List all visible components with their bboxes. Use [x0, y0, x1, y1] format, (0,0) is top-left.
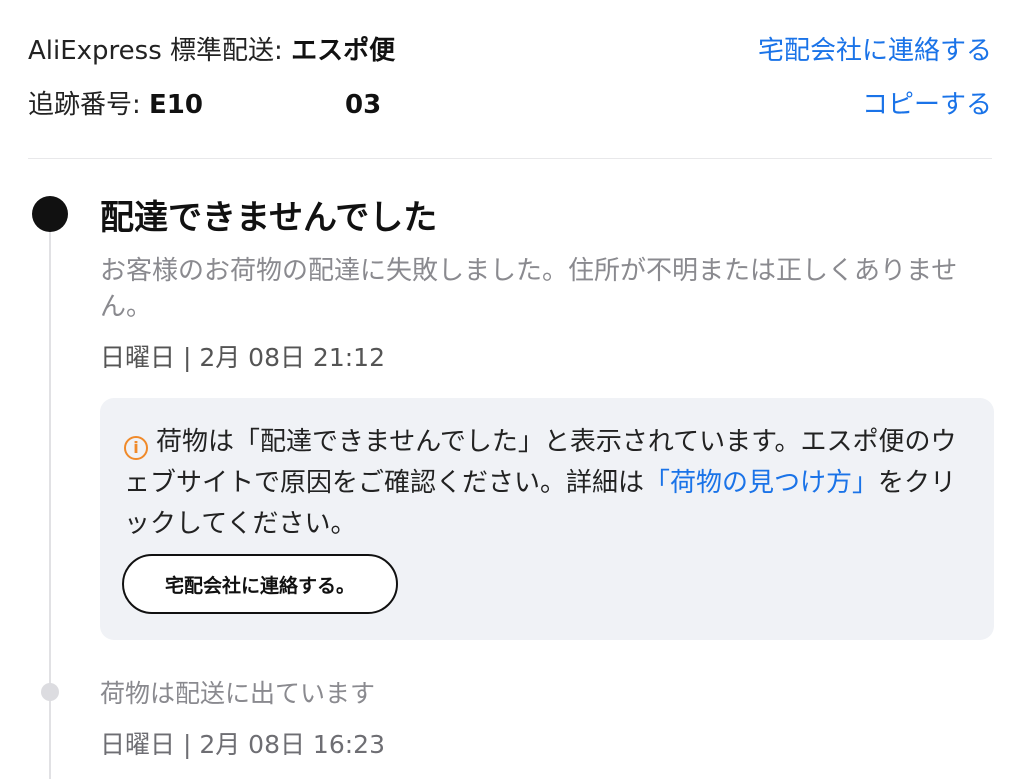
copy-tracking-link[interactable]: コピーする [862, 84, 992, 121]
shipping-label: AliExpress 標準配送: [28, 35, 292, 66]
tracking-number: 追跡番号: E10 03 [28, 84, 381, 121]
tracking-label: 追跡番号: [28, 89, 150, 120]
tracking-number-row: 追跡番号: E10 03 コピーする [28, 82, 992, 122]
info-icon: i [124, 436, 148, 460]
timeline-dot-active [32, 196, 68, 232]
tracking-suffix: 03 [344, 89, 382, 120]
tracking-prefix: E10 [149, 89, 203, 120]
carrier-name: エスポ便 [291, 35, 396, 66]
shipping-method-row: AliExpress 標準配送: エスポ便 宅配会社に連絡する [28, 28, 992, 68]
timeline-dot-inactive [41, 683, 59, 701]
event-title: 配達できませんでした [100, 198, 438, 238]
event-title: 荷物は配送に出ています [100, 679, 376, 708]
contact-carrier-button[interactable]: 宅配会社に連絡する。 [122, 554, 398, 614]
event-date: 日曜日 | 2月 08日 21:12 [100, 343, 385, 372]
tracking-page: AliExpress 標準配送: エスポ便 宅配会社に連絡する 追跡番号: E1… [0, 0, 1024, 779]
notice-text: i 荷物は「配達できませんでした」と表示されています。エスポ便のウェブサイトで原因… [124, 422, 964, 545]
contact-carrier-link[interactable]: 宅配会社に連絡する [758, 30, 992, 67]
shipping-method: AliExpress 標準配送: エスポ便 [28, 30, 395, 67]
event-date: 日曜日 | 2月 08日 16:23 [100, 730, 385, 759]
header-divider [28, 158, 992, 159]
how-to-find-package-link[interactable]: 「荷物の見つけ方」 [644, 468, 878, 498]
delivery-notice: i 荷物は「配達できませんでした」と表示されています。エスポ便のウェブサイトで原因… [100, 398, 994, 640]
event-description: お客様のお荷物の配達に失敗しました。住所が不明または正しくありません。 [100, 256, 958, 322]
